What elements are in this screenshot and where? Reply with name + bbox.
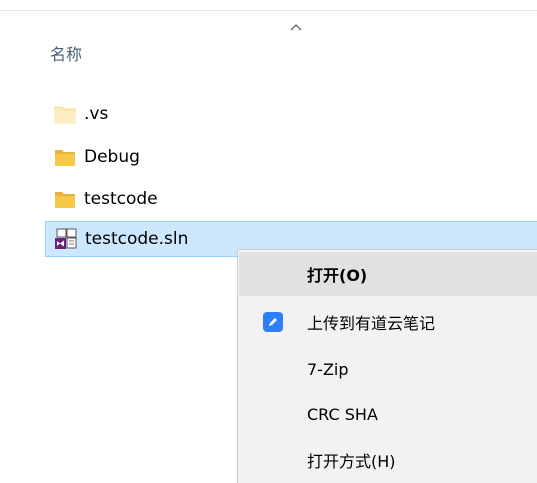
menu-item-7zip[interactable]: 7-Zip: [239, 347, 537, 391]
menu-item-open-with[interactable]: 打开方式(H): [239, 438, 537, 482]
file-name: testcode.sln: [85, 229, 189, 249]
folder-hidden-icon: [52, 101, 78, 127]
column-header-name[interactable]: 名称: [50, 41, 82, 65]
menu-item-crc-sha[interactable]: CRC SHA: [239, 392, 537, 436]
file-name: testcode: [84, 189, 158, 209]
folder-icon: [52, 186, 78, 212]
header-divider: [0, 10, 537, 11]
file-row-testcode[interactable]: testcode: [45, 181, 235, 217]
file-row-vs[interactable]: .vs: [45, 96, 235, 132]
file-row-debug[interactable]: Debug: [45, 139, 235, 175]
file-explorer: 名称 .vs Debug testcode testcode.sln 打开(O)…: [0, 0, 537, 483]
file-name: .vs: [84, 104, 109, 124]
sort-ascending-icon[interactable]: [289, 22, 303, 32]
file-name: Debug: [84, 147, 140, 167]
folder-icon: [52, 144, 78, 170]
visual-studio-solution-icon: [53, 226, 79, 252]
menu-item-open[interactable]: 打开(O): [239, 252, 537, 296]
menu-item-youdao-upload[interactable]: 上传到有道云笔记: [239, 300, 537, 344]
context-menu: 打开(O) 上传到有道云笔记 7-Zip CRC SHA 打开方式(H): [237, 249, 537, 483]
youdao-note-icon: [263, 312, 283, 332]
